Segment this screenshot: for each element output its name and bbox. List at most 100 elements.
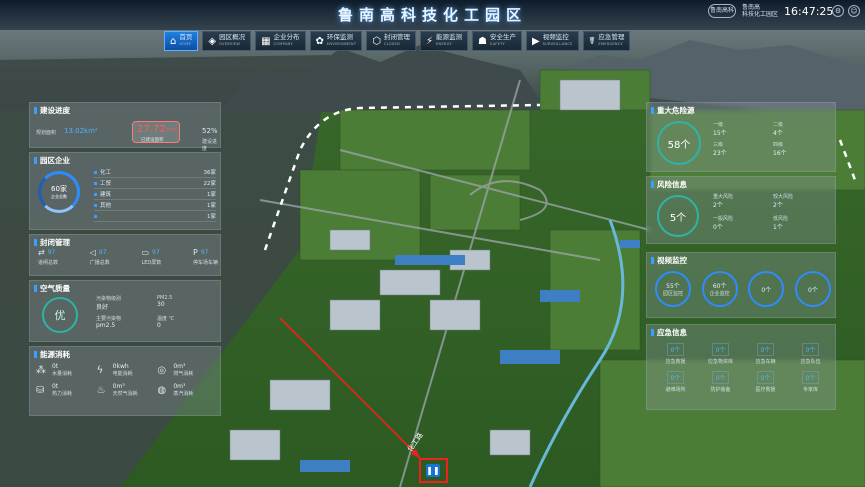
- nav-tab-company[interactable]: ▦ 企业分布 COMPANY: [255, 31, 306, 51]
- video-ring-label: 园区监控: [662, 291, 683, 297]
- video-ring[interactable]: 0个: [748, 271, 785, 307]
- hazard-total-ring: 58个: [657, 121, 701, 165]
- nav-tab-text: 封闭管理 CLOSED: [384, 34, 410, 48]
- air-quality-panel: 空气质量 优 污染物级别 良好 PM2.5 30 主要污染物 pm2.5 温度 ℃ 0: [29, 280, 221, 342]
- air-stats: 污染物级别 良好 PM2.5 30 主要污染物 pm2.5 温度 ℃ 0: [96, 295, 218, 329]
- enterprise-total: 60家: [51, 185, 67, 193]
- video-ring-value: 0个: [761, 286, 772, 294]
- hazard-level-label: 二级: [773, 122, 784, 128]
- nav-tab-label: 园区概况: [219, 33, 246, 41]
- energy-stat-label: 电能消耗: [112, 371, 133, 377]
- nav-tab-sublabel: SURVEILLANCE: [542, 42, 573, 46]
- emergency-stat-label: 专家库: [802, 387, 818, 393]
- video-ring-value: 55个: [666, 283, 680, 290]
- nav-tab-sublabel: OVERVIEW: [219, 42, 241, 46]
- nav-company-icon: ▦: [261, 35, 271, 47]
- pause-button[interactable]: ❚❚: [426, 464, 440, 477]
- closed-stat-icon: ◁: [89, 248, 96, 257]
- video-ring[interactable]: 0个: [794, 271, 831, 307]
- nav-tab-sublabel: CLOSED: [384, 42, 400, 46]
- emergency-stat-value: 0个: [666, 343, 685, 356]
- construction-progress-panel: 建设进度 规划面积 13.02km² 27.72 km² 已建设面积 52% 建…: [29, 102, 221, 152]
- nav-emergency-icon: ☤: [588, 35, 596, 47]
- emergency-stat-label: 应急救援: [665, 359, 686, 365]
- enterprise-type-name: 工贸: [100, 181, 112, 187]
- enterprise-type-name: 其他: [100, 203, 112, 209]
- emergency-stat-value: 0个: [756, 343, 775, 356]
- enterprise-type-count: 1家: [207, 192, 216, 198]
- nav-tab-overview[interactable]: ◈ 园区概况 OVERVIEW: [202, 31, 252, 51]
- progress-ratio-label: 建设进度: [202, 139, 218, 152]
- video-ring-value: 0个: [808, 286, 818, 294]
- park-enterprise-panel: 园区企业 60家 企业总数 化工 36家 工贸 22家 建筑 1家 其他 1家 1家: [29, 152, 221, 230]
- user-icon[interactable]: ☺: [848, 5, 860, 17]
- energy-stat-text: 0m³ 燃气消耗: [173, 363, 193, 377]
- nav-tab-text: 企业分布 COMPANY: [274, 34, 300, 48]
- hazard-level: 三级 23个: [713, 141, 773, 157]
- top-bar: 鲁南高科技化工园区 鲁南高科 鲁南高 科技化工园区 16:47:25 ⚙ ☺: [0, 0, 865, 30]
- closed-stat: ⇄ 97 道闸总数: [38, 248, 58, 266]
- nav-tab-home[interactable]: ⌂ 首页 HOME: [164, 31, 199, 51]
- enterprise-type: 工贸: [94, 179, 111, 187]
- nav-tab-sublabel: ENVIRONMENT: [326, 42, 357, 46]
- nav-tab-closed[interactable]: ⬡ 封闭管理 CLOSED: [366, 31, 416, 51]
- clock-time: 16:47:25: [784, 5, 834, 18]
- energy-stat-value: 0t: [52, 363, 59, 370]
- enterprise-list: 化工 36家 工贸 22家 建筑 1家 其他 1家 1家: [94, 167, 216, 222]
- hazard-level-value: 4个: [773, 130, 783, 137]
- risk-level-label: 较大风险: [773, 194, 794, 200]
- risk-level: 低风险 1个: [773, 215, 833, 231]
- closed-stat: ▭ 97 LED屏数: [141, 248, 161, 266]
- nav-tab-label: 首页: [179, 33, 193, 41]
- emergency-stat-value: 0个: [666, 371, 685, 384]
- emergency-stat-label: 应急车辆: [755, 359, 776, 365]
- emergency-info-panel: 应急信息 0个 应急救援 0个 应急物资库 0个 应急车辆 0个 应急队伍 0个 避难场所 0个 防护…: [646, 324, 836, 410]
- emergency-stat-label: 防护装备: [710, 387, 731, 393]
- air-stat-label: 污染物级别: [96, 296, 122, 302]
- enterprise-row: 工贸 22家: [94, 178, 216, 189]
- planned-area-value: 13.02km²: [64, 127, 98, 135]
- closed-stat-value: 97: [98, 249, 107, 256]
- nav-tab-sublabel: SAFETY: [490, 42, 505, 46]
- closed-stat-icon: ▭: [141, 248, 150, 257]
- air-stat-value: 30: [157, 301, 165, 308]
- nav-tab-text: 首页 HOME: [179, 34, 192, 48]
- hazard-level-value: 23个: [713, 150, 727, 157]
- nav-tab-environment[interactable]: ✿ 环保监测 ENVIRONMENT: [309, 31, 363, 51]
- enterprise-type-count: 1家: [207, 214, 216, 220]
- energy-stat-text: 0t 水量消耗: [52, 363, 72, 377]
- emergency-stat-label: 应急物资库: [707, 359, 733, 365]
- emergency-stat-value: 0个: [801, 343, 820, 356]
- nav-tab-safety[interactable]: ☗ 安全生产 SAFETY: [472, 31, 522, 51]
- emergency-stats: 0个 应急救援 0个 应急物资库 0个 应急车辆 0个 应急队伍 0个 避难场所 0个 防护装备 0个医…: [653, 343, 833, 393]
- nav-tab-energy[interactable]: ⚡ 能源监测 ENERGY: [420, 31, 469, 51]
- closed-stat-label: 道闸总数: [38, 260, 59, 266]
- nav-tab-surveillance[interactable]: ▶ 视频监控 SURVEILLANCE: [526, 31, 579, 51]
- nav-tab-emergency[interactable]: ☤ 应急管理 EMERGENCY: [582, 31, 631, 51]
- emergency-stat-label: 医疗救援: [755, 387, 776, 393]
- hazard-level-label: 三级: [713, 142, 724, 148]
- user-info[interactable]: 鲁南高 科技化工园区: [742, 4, 778, 18]
- nav-safety-icon: ☗: [478, 35, 487, 47]
- energy-stat-label: 天然气消耗: [112, 391, 138, 397]
- settings-icon[interactable]: ⚙: [832, 5, 844, 17]
- planned-area-label: 规划面积: [36, 130, 57, 136]
- panel-title: 建设进度: [34, 105, 70, 116]
- nav-tab-text: 应急管理 EMERGENCY: [598, 34, 624, 48]
- risk-level-value: 1个: [773, 224, 783, 231]
- risk-level-value: 0个: [713, 224, 723, 231]
- closed-stat-value: 97: [152, 249, 160, 256]
- emergency-stat: 0个应急车辆: [743, 343, 788, 365]
- energy-stat-value: 0m³: [173, 363, 186, 370]
- energy-stat: ϟ 0kwh 电能消耗: [97, 363, 158, 377]
- enterprise-row: 1家: [94, 211, 216, 222]
- nav-tab-sublabel: ENERGY: [436, 42, 452, 46]
- air-stat: 主要污染物 pm2.5: [96, 315, 157, 329]
- video-ring[interactable]: 55个 园区监控: [655, 271, 691, 307]
- enterprise-row: 化工 36家: [94, 167, 216, 178]
- energy-stat-icon: ◎: [157, 364, 167, 376]
- nav-tab-text: 环保监测 ENVIRONMENT: [327, 34, 356, 48]
- hazard-level: 二级 4个: [773, 121, 833, 137]
- video-ring[interactable]: 60个 企业监控: [701, 271, 738, 307]
- energy-stat-icon: ⁂: [36, 364, 46, 376]
